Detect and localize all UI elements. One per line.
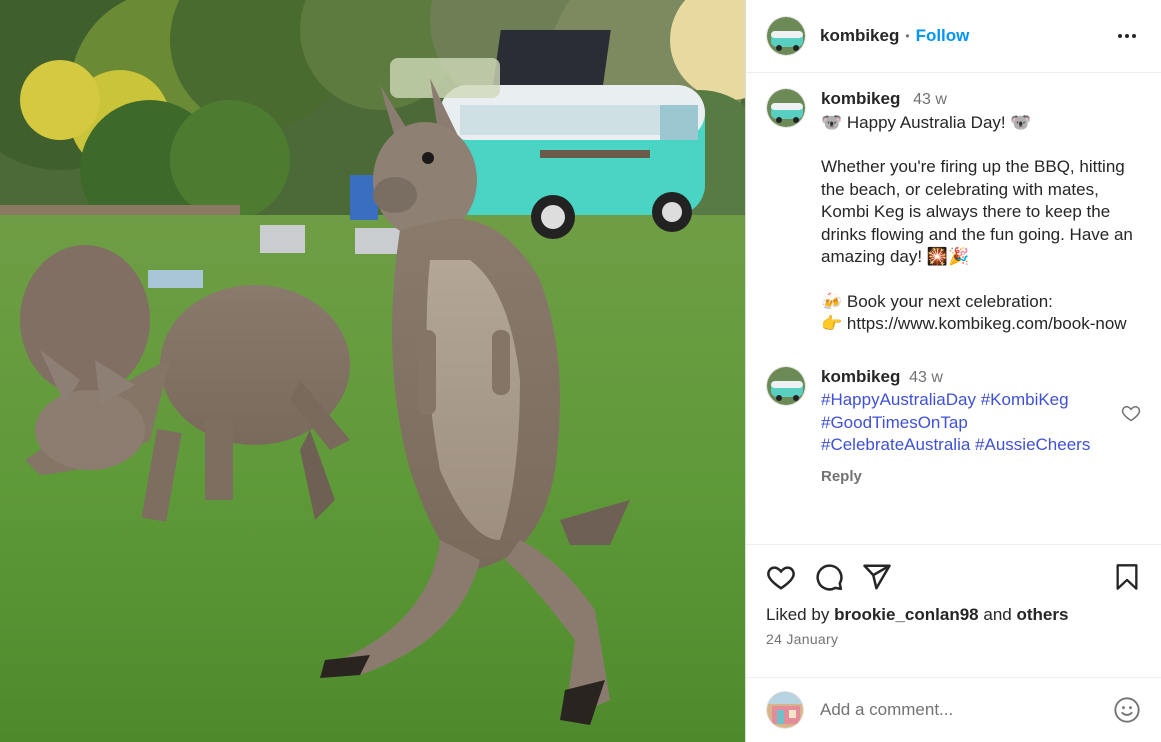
comment-icon[interactable]: [814, 562, 844, 592]
hashtag-link[interactable]: #KombiKeg: [981, 390, 1069, 409]
avatar[interactable]: [766, 365, 806, 406]
caption-link[interactable]: 👉 https://www.kombikeg.com/book-now: [821, 313, 1141, 336]
add-comment-bar: [746, 677, 1161, 742]
hashtag-link[interactable]: #AussieCheers: [975, 435, 1090, 454]
liked-by-user[interactable]: brookie_conlan98: [834, 605, 979, 624]
kangaroo-photo: [0, 0, 745, 742]
caption-username[interactable]: kombikeg: [821, 89, 900, 108]
follow-button[interactable]: Follow: [916, 26, 970, 46]
post-photo[interactable]: [0, 0, 745, 742]
avatar[interactable]: [766, 88, 806, 128]
hashtag-link[interactable]: #GoodTimesOnTap: [821, 413, 968, 432]
comments-section[interactable]: kombikeg 43 w 🐨 Happy Australia Day! 🐨 W…: [746, 73, 1161, 544]
more-options-icon[interactable]: [1115, 24, 1139, 48]
hashtag-link[interactable]: #HappyAustraliaDay: [821, 390, 976, 409]
avatar: [766, 691, 804, 729]
comment-hashtags: #HappyAustraliaDay #KombiKeg #GoodTimesO…: [821, 389, 1121, 457]
post-actions: Liked by brookie_conlan98 and others 24 …: [746, 544, 1161, 677]
reply-button[interactable]: Reply: [821, 466, 1121, 489]
post-author-username[interactable]: kombikeg: [820, 26, 899, 46]
post-date[interactable]: 24 January: [766, 631, 1141, 647]
caption-line-1: 🐨 Happy Australia Day! 🐨: [821, 112, 1032, 132]
heart-icon[interactable]: [766, 562, 796, 592]
comment-item: kombikeg 43 w #HappyAustraliaDay #KombiK…: [766, 365, 1141, 489]
user-avatar-icon: [767, 692, 803, 728]
caption: kombikeg 43 w 🐨 Happy Australia Day! 🐨 W…: [766, 88, 1141, 336]
comment-like-heart-icon[interactable]: [1121, 403, 1141, 428]
caption-line-3: 🍻 Book your next celebration:: [821, 291, 1053, 311]
emoji-icon[interactable]: [1113, 696, 1141, 724]
kombi-avatar-icon: [767, 89, 805, 127]
kombi-avatar-icon: [767, 17, 805, 55]
share-icon[interactable]: [862, 562, 892, 592]
caption-line-2: Whether you're firing up the BBQ, hittin…: [821, 157, 1133, 266]
liked-by-prefix: Liked by: [766, 605, 830, 624]
avatar[interactable]: [766, 16, 806, 56]
post-side-panel: kombikeg • Follow kombikeg 43 w 🐨 Happy …: [745, 0, 1161, 742]
caption-time[interactable]: 43 w: [913, 91, 947, 108]
comment-input[interactable]: [820, 700, 1113, 720]
separator-dot: •: [905, 29, 910, 43]
liked-by-others[interactable]: others: [1016, 605, 1068, 624]
post-header: kombikeg • Follow: [746, 0, 1161, 73]
kombi-avatar-icon: [767, 366, 805, 405]
comment-time[interactable]: 43 w: [909, 369, 943, 386]
hashtag-link[interactable]: #CelebrateAustralia: [821, 435, 970, 454]
bookmark-icon[interactable]: [1113, 563, 1141, 591]
likes-summary: Liked by brookie_conlan98 and others: [766, 605, 1141, 625]
liked-by-and: and: [983, 605, 1012, 624]
comment-username[interactable]: kombikeg: [821, 367, 900, 386]
